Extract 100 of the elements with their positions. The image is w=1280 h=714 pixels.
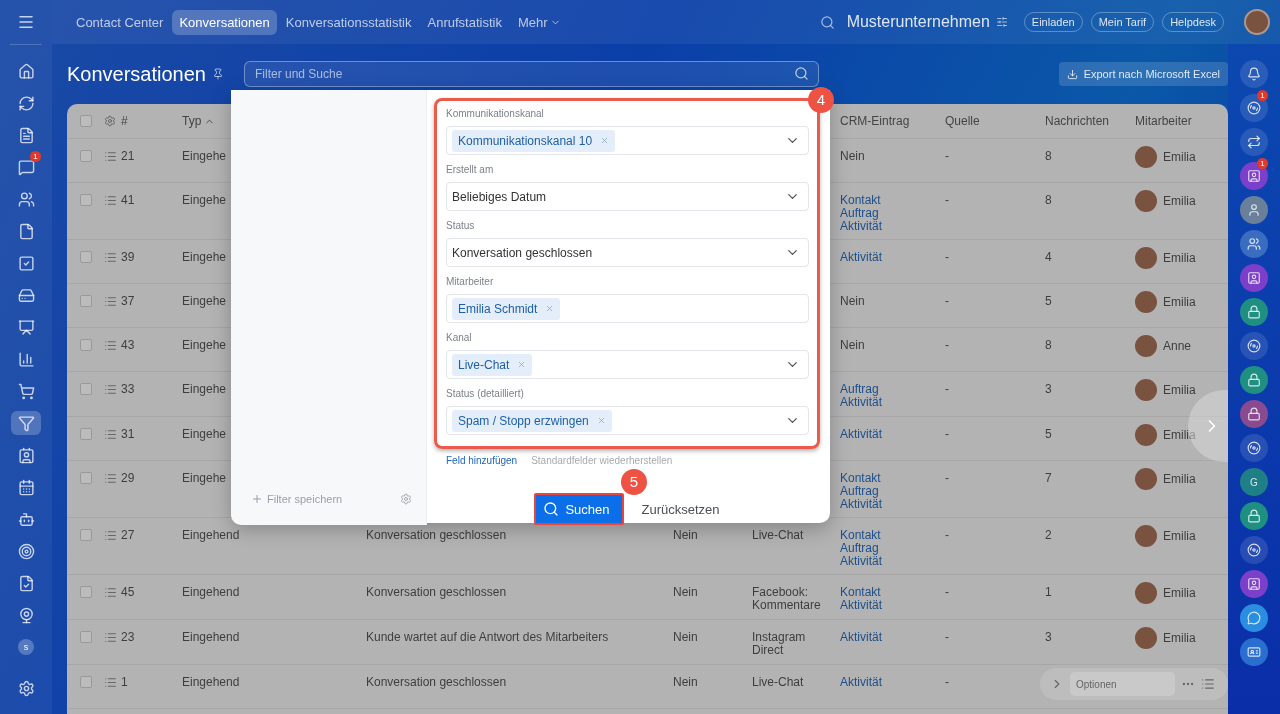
crm-link[interactable]: Aktivität (840, 676, 945, 689)
checkbox[interactable] (80, 472, 92, 484)
app-button[interactable] (1240, 128, 1268, 156)
column-header[interactable]: CRM-Eintrag (840, 115, 945, 128)
app-button[interactable] (1240, 434, 1268, 462)
options-field[interactable]: Optionen (1070, 672, 1175, 696)
tag-field[interactable]: Spam / Stopp erzwingen (446, 406, 809, 435)
save-filter-link[interactable]: Filter speichern (251, 493, 343, 505)
app-button[interactable] (1240, 604, 1268, 632)
drag-handle-icon[interactable] (104, 586, 117, 599)
tag-field[interactable]: Emilia Schmidt (446, 294, 809, 323)
app-button[interactable] (1240, 230, 1268, 258)
crm-link[interactable]: Aktivität (840, 498, 945, 511)
checkbox[interactable] (80, 194, 92, 206)
drag-handle-icon[interactable] (104, 383, 117, 396)
checkbox[interactable] (80, 251, 92, 263)
drag-handle-icon[interactable] (104, 676, 117, 689)
app-button[interactable] (1240, 298, 1268, 326)
drag-handle-icon[interactable] (104, 295, 117, 308)
drag-handle-icon[interactable] (104, 251, 117, 264)
employee-name[interactable]: Emilia (1163, 251, 1196, 265)
sidebar-item[interactable] (11, 411, 41, 435)
nav-tab[interactable]: Anrufstatistik (420, 9, 509, 35)
app-button[interactable] (1240, 60, 1268, 88)
app-button[interactable] (1240, 196, 1268, 224)
nav-tab[interactable]: Konversationsstatistik (278, 9, 419, 35)
checkbox[interactable] (80, 529, 92, 541)
tag-field[interactable]: Kommunikationskanal 10 (446, 126, 809, 155)
checkbox[interactable] (80, 631, 92, 643)
search-button[interactable]: Suchen (534, 493, 624, 525)
select-field[interactable]: Beliebiges Datum (446, 182, 809, 211)
app-button[interactable] (1240, 536, 1268, 564)
select-field[interactable]: Konversation geschlossen (446, 238, 809, 267)
employee-name[interactable]: Emilia (1163, 631, 1196, 645)
employee-name[interactable]: Emilia (1163, 150, 1196, 164)
employee-name[interactable]: Emilia (1163, 529, 1196, 543)
employee-name[interactable]: Emilia (1163, 383, 1196, 397)
column-header[interactable]: # (121, 115, 182, 128)
add-field-link[interactable]: Feld hinzufügen (446, 455, 518, 466)
nav-tab[interactable]: Konversationen (172, 9, 277, 35)
crm-link[interactable]: Aktivität (840, 631, 945, 644)
employee-name[interactable]: Emilia (1163, 295, 1196, 309)
crm-link[interactable]: Kontakt (840, 194, 945, 207)
employee-name[interactable]: Emilia (1163, 194, 1196, 208)
crm-link[interactable]: Aktivität (840, 555, 945, 568)
drag-handle-icon[interactable] (104, 631, 117, 644)
column-header[interactable]: Mitarbeiter (1135, 115, 1228, 128)
crm-link[interactable]: Auftrag (840, 542, 945, 555)
column-header[interactable]: Quelle (945, 115, 1045, 128)
search-icon[interactable] (794, 66, 809, 81)
crm-link[interactable]: Aktivität (840, 220, 945, 233)
settings-icon[interactable] (104, 115, 116, 127)
export-button[interactable]: Export nach Microsoft Excel (1058, 62, 1228, 86)
column-header[interactable]: Typ (182, 115, 366, 128)
app-button[interactable] (1240, 366, 1268, 394)
checkbox[interactable] (80, 150, 92, 162)
app-button[interactable] (1240, 570, 1268, 598)
app-button[interactable] (1240, 332, 1268, 360)
employee-name[interactable]: Emilia (1163, 472, 1196, 486)
app-button[interactable] (1240, 400, 1268, 428)
crm-link[interactable]: Auftrag (840, 383, 945, 396)
crm-link[interactable]: Aktivität (840, 428, 945, 441)
tag-field[interactable]: Live-Chat (446, 350, 809, 379)
crm-link[interactable]: Aktivität (840, 599, 945, 612)
employee-name[interactable]: Emilia (1163, 428, 1196, 442)
drag-handle-icon[interactable] (104, 428, 117, 441)
drag-handle-icon[interactable] (104, 472, 117, 485)
drag-handle-icon[interactable] (104, 339, 117, 352)
checkbox[interactable] (80, 115, 92, 127)
app-button[interactable] (1240, 502, 1268, 530)
letter-avatar[interactable]: G (1240, 468, 1268, 496)
app-button[interactable] (1240, 638, 1268, 666)
crm-link[interactable]: Kontakt (840, 529, 945, 542)
search-icon[interactable] (819, 14, 835, 30)
checkbox[interactable] (80, 339, 92, 351)
crm-link[interactable]: Auftrag (840, 207, 945, 220)
column-header[interactable]: Nachrichten (1045, 115, 1135, 128)
app-button[interactable] (1240, 264, 1268, 292)
employee-name[interactable]: Emilia (1163, 586, 1196, 600)
company-name[interactable]: Musterunternehmen (846, 13, 990, 31)
pin-icon[interactable] (212, 68, 224, 80)
nav-tab[interactable]: Contact Center (69, 9, 171, 35)
checkbox[interactable] (80, 383, 92, 395)
crm-link[interactable]: Kontakt (840, 472, 945, 485)
drag-handle-icon[interactable] (104, 194, 117, 207)
reset-button[interactable]: Zurücksetzen (641, 501, 720, 517)
crm-link[interactable]: Auftrag (840, 485, 945, 498)
checkbox[interactable] (80, 586, 92, 598)
more-menu[interactable]: Mehr (510, 9, 568, 35)
drag-handle-icon[interactable] (104, 529, 117, 542)
crm-link[interactable]: Kontakt (840, 586, 945, 599)
crm-link[interactable]: Aktivität (840, 396, 945, 409)
drag-handle-icon[interactable] (104, 150, 117, 163)
checkbox[interactable] (80, 428, 92, 440)
employee-name[interactable]: Anne (1163, 339, 1192, 353)
checkbox[interactable] (80, 295, 92, 307)
restore-fields-link[interactable]: Standardfelder wiederherstellen (531, 455, 673, 466)
sliders-icon[interactable] (995, 16, 1008, 28)
checkbox[interactable] (80, 676, 92, 688)
list-icon[interactable] (1201, 677, 1215, 691)
